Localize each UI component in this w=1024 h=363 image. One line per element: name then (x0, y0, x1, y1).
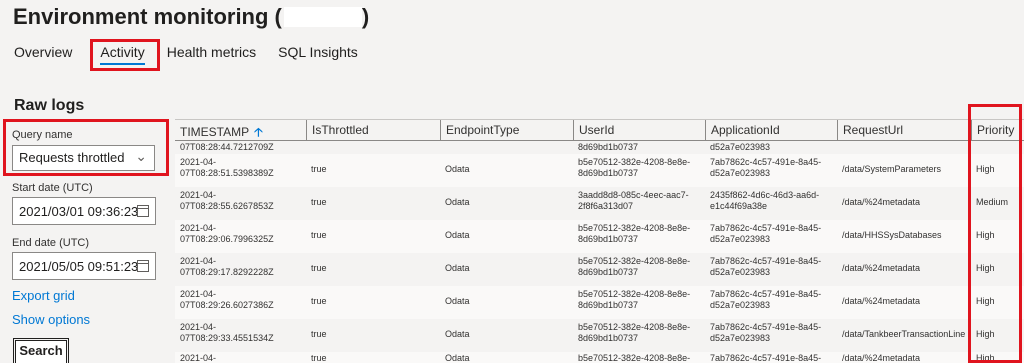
start-date-label: Start date (UTC) (12, 182, 93, 194)
cell-timestamp: 2021-04- 07T08:28:51.5398389Z (180, 157, 274, 178)
table-row[interactable]: 2021-04- 07T08:28:55.6267853Z true Odata … (175, 187, 1024, 220)
cell-isthrottled: true (311, 197, 327, 207)
highlight-query-name (3, 119, 169, 176)
table-row[interactable]: 2021-04- 07T08:29:17.8292228Z true Odata … (175, 253, 1024, 286)
start-date-value: 2021/03/01 09:36:23 (19, 204, 139, 219)
cell-applicationid: 7ab7862c-4c57-491e-8a45- d52a7e023983 (710, 223, 822, 244)
calendar-icon[interactable] (137, 205, 149, 217)
cell-userid: 3aadd8d8-085c-4eec-aac7- 2f8f6a313d07 (578, 190, 689, 211)
cell-applicationid: 7ab7862c-4c57-491e-8a45- d52a7e023983 (710, 256, 822, 277)
grid-header: TIMESTAMP 🡡 IsThrottled EndpointType User… (175, 119, 1024, 141)
column-header-endpointtype[interactable]: EndpointType (440, 120, 573, 140)
cell-requesturl: /data/HHSSysDatabases (842, 230, 942, 240)
highlight-priority-column (968, 104, 1022, 363)
cell-isthrottled: true (311, 296, 327, 306)
table-row[interactable]: 2021-04- 07T08:28:51.5398389Z true Odata … (175, 154, 1024, 187)
cell-endpointtype: Odata (445, 230, 470, 240)
end-date-field[interactable]: 2021/05/05 09:51:23 (12, 252, 156, 280)
cell-timestamp: 2021-04- 07T08:28:55.6267853Z (180, 190, 274, 211)
cell-applicationid: 7ab7862c-4c57-491e-8a45- d52a7e023983 (710, 322, 822, 343)
tab-sql-insights[interactable]: SQL Insights (278, 44, 358, 60)
tab-bar: Overview Activity Health metrics SQL Ins… (14, 44, 380, 65)
export-grid-link[interactable]: Export grid (12, 288, 168, 303)
cell-requesturl: /data/%24metadata (842, 296, 921, 306)
cell-userid: b5e70512-382e-4208-8e8e- 8d69bd1b0737 (578, 157, 691, 178)
cell-userid: b5e70512-382e-4208-8e8e- 8d69bd1b0737 (578, 223, 691, 244)
cell-timestamp: 2021-04- 07T08:29:06.7996325Z (180, 223, 274, 244)
cell-endpointtype: Odata (445, 296, 470, 306)
page-title: Environment monitoring () (13, 4, 370, 29)
cell-requesturl: /data/TankbeerTransactionLine (842, 329, 966, 339)
table-row[interactable]: 07T08:28:44.7212709Z 8d69bd1b0737 d52a7e… (175, 141, 1024, 154)
column-header-userid[interactable]: UserId (573, 120, 705, 140)
cell-isthrottled: true (311, 263, 327, 273)
cell-applicationid: 7ab7862c-4c57-491e-8a45- d52a7e023983 (710, 289, 822, 310)
cell-endpointtype: Odata (445, 329, 470, 339)
redacted-environment-name (283, 7, 362, 27)
cell-timestamp: 2021-04- 07T08:29:17.8292228Z (180, 256, 274, 277)
cell-isthrottled: true (311, 164, 327, 174)
cell-userid: b5e70512-382e-4208-8e8e- 8d69bd1b0737 (578, 289, 691, 310)
cell-applicationid: 7ab7862c-4c57-491e-8a45- d52a7e023983 (710, 157, 822, 178)
column-header-isthrottled[interactable]: IsThrottled (306, 120, 440, 140)
column-header-requesturl[interactable]: RequestUrl (837, 120, 971, 140)
grid-body: 07T08:28:44.7212709Z 8d69bd1b0737 d52a7e… (175, 141, 1024, 363)
cell-isthrottled: true (311, 230, 327, 240)
cell-endpointtype: Odata (445, 164, 470, 174)
cell-isthrottled: true (311, 329, 327, 339)
column-header-applicationid[interactable]: ApplicationId (705, 120, 837, 140)
cell-userid: b5e70512-382e-4208-8e8e- 8d69bd1b0737 (578, 256, 691, 277)
cell-userid: b5e70512-382e-4208-8e8e- 8d69bd1b0737 (578, 322, 691, 343)
cell-applicationid: 2435f862-4d6c-46d3-aa6d-e1c44f69a38e (710, 190, 820, 211)
cell-endpointtype: Odata (445, 263, 470, 273)
cell-timestamp: 2021-04- 07T08:29:33.4551534Z (180, 322, 274, 343)
end-date-value: 2021/05/05 09:51:23 (19, 259, 139, 274)
show-options-link[interactable]: Show options (12, 312, 168, 327)
table-row[interactable]: 2021-04- 07T08:29:06.7996325Z true Odata … (175, 220, 1024, 253)
raw-logs-grid: TIMESTAMP 🡡 IsThrottled EndpointType User… (175, 119, 1024, 363)
arrow-up-icon: 🡡 (254, 125, 263, 139)
cell-requesturl: /data/SystemParameters (842, 164, 942, 174)
table-row[interactable]: 2021-04- 07T08:29:33.4551534Z true Odata … (175, 319, 1024, 352)
start-date-field[interactable]: 2021/03/01 09:36:23 (12, 197, 156, 225)
table-row[interactable]: 2021-04- 07T08:29:26.6027386Z true Odata … (175, 286, 1024, 319)
tab-health-metrics[interactable]: Health metrics (167, 44, 256, 60)
search-button[interactable]: Search (13, 338, 69, 363)
cell-requesturl: /data/%24metadata (842, 197, 921, 207)
table-row[interactable]: 2021-04- true Odata b5e70512-382e-4208-8… (175, 352, 1024, 363)
cell-endpointtype: Odata (445, 197, 470, 207)
calendar-icon[interactable] (137, 260, 149, 272)
column-header-timestamp[interactable]: TIMESTAMP 🡡 (175, 120, 306, 140)
cell-requesturl: /data/%24metadata (842, 263, 921, 273)
end-date-label: End date (UTC) (12, 237, 90, 249)
highlight-activity-tab (90, 39, 160, 71)
section-title: Raw logs (14, 97, 85, 114)
cell-timestamp: 2021-04- 07T08:29:26.6027386Z (180, 289, 274, 310)
tab-overview[interactable]: Overview (14, 44, 72, 60)
